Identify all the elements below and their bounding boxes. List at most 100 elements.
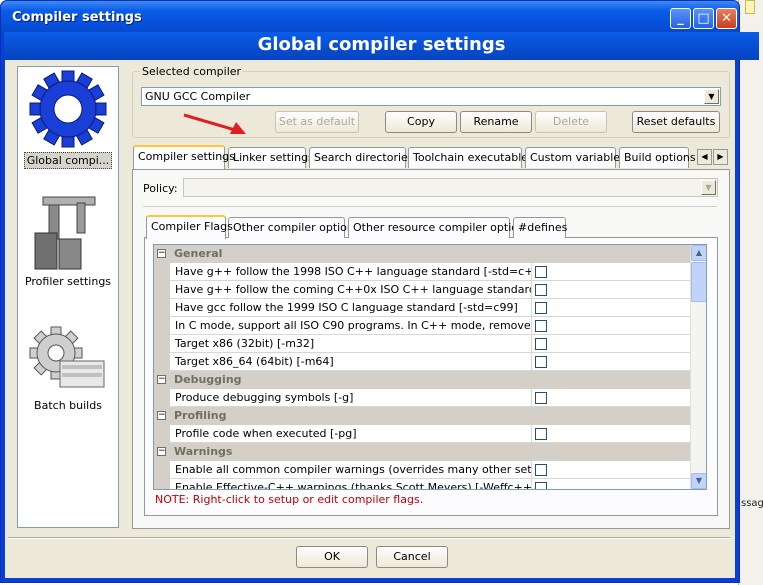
category-label: General xyxy=(174,247,223,260)
sidebar-item-global-compiler[interactable]: Global compi... xyxy=(18,69,118,169)
flag-checkbox[interactable] xyxy=(535,428,547,440)
chevron-down-icon[interactable]: ▼ xyxy=(704,89,719,104)
flag-row[interactable]: Enable Effective-C++ warnings (thanks Sc… xyxy=(154,479,690,490)
flag-checkbox[interactable] xyxy=(535,266,547,278)
collapse-icon[interactable]: − xyxy=(157,249,166,258)
tab-compiler-settings[interactable]: Compiler settings xyxy=(133,145,235,169)
row-gutter xyxy=(154,461,170,479)
scrollbar-thumb[interactable] xyxy=(691,262,706,302)
flag-row[interactable]: Have gcc follow the 1999 ISO C language … xyxy=(154,299,690,317)
flag-checkbox[interactable] xyxy=(535,338,547,350)
window-title: Compiler settings xyxy=(12,10,142,25)
cancel-button[interactable]: Cancel xyxy=(376,546,448,568)
row-gutter xyxy=(154,353,170,371)
tab-defines[interactable]: #defines xyxy=(513,217,567,238)
chevron-down-icon[interactable]: ▼ xyxy=(701,180,716,195)
tab-other-resource-compiler-options[interactable]: Other resource compiler options xyxy=(348,217,531,238)
ok-button[interactable]: OK xyxy=(296,546,368,568)
divider xyxy=(531,299,532,317)
row-gutter xyxy=(154,425,170,443)
tab-compiler-flags[interactable]: Compiler Flags xyxy=(146,215,233,239)
divider xyxy=(143,206,717,207)
batch-builds-icon xyxy=(29,326,105,388)
flag-checkbox[interactable] xyxy=(535,464,547,476)
flags-scrollbar[interactable]: ▲ ▼ xyxy=(690,245,706,489)
settings-sidebar: Global compi... Profiler settings Batch … xyxy=(17,66,119,528)
flag-checkbox[interactable] xyxy=(535,320,547,332)
flag-row[interactable]: Target x86 (32bit) [-m32] xyxy=(154,335,690,353)
divider xyxy=(531,263,532,281)
scroll-down-icon[interactable]: ▼ xyxy=(691,473,706,489)
category-row[interactable]: − Profiling xyxy=(154,407,690,425)
flag-row[interactable]: Have g++ follow the coming C++0x ISO C++… xyxy=(154,281,690,299)
background-text: ssag xyxy=(741,498,763,509)
flag-label: In C mode, support all ISO C90 programs.… xyxy=(175,319,531,332)
maximize-button[interactable]: □ xyxy=(693,8,714,29)
row-gutter xyxy=(154,263,170,281)
tab-custom-variables[interactable]: Custom variables xyxy=(525,147,626,168)
policy-select[interactable]: ▼ xyxy=(183,178,718,197)
minimize-button[interactable]: _ xyxy=(670,8,691,29)
title-bar[interactable]: Compiler settings _ □ ✕ xyxy=(1,1,739,33)
collapse-icon[interactable]: − xyxy=(157,375,166,384)
reset-defaults-button[interactable]: Reset defaults xyxy=(632,111,720,133)
flag-checkbox[interactable] xyxy=(535,284,547,296)
flag-checkbox[interactable] xyxy=(535,356,547,368)
row-gutter xyxy=(154,389,170,407)
flag-checkbox[interactable] xyxy=(535,302,547,314)
annotation-arrow-icon xyxy=(183,113,246,134)
tab-build-options[interactable]: Build options xyxy=(619,147,696,168)
compiler-select-value: GNU GCC Compiler xyxy=(145,90,251,103)
sidebar-item-label: Profiler settings xyxy=(24,275,112,288)
compiler-select[interactable]: GNU GCC Compiler ▼ xyxy=(141,87,721,106)
rename-button[interactable]: Rename xyxy=(460,111,532,133)
flag-checkbox[interactable] xyxy=(535,392,547,404)
background-window-right: ssag xyxy=(738,0,763,585)
flag-label: Target x86 (32bit) [-m32] xyxy=(175,337,315,350)
flag-row[interactable]: In C mode, support all ISO C90 programs.… xyxy=(154,317,690,335)
flag-row[interactable]: Target x86_64 (64bit) [-m64] xyxy=(154,353,690,371)
tab-search-directories[interactable]: Search directories xyxy=(309,147,414,168)
page-title: Global compiler settings xyxy=(4,32,759,60)
flag-row[interactable]: Profile code when executed [-pg] xyxy=(154,425,690,443)
tab-scroll-right-icon[interactable]: ▶ xyxy=(713,149,728,165)
flag-row[interactable]: Produce debugging symbols [-g] xyxy=(154,389,690,407)
close-button[interactable]: ✕ xyxy=(716,8,737,29)
flag-row[interactable]: Enable all common compiler warnings (ove… xyxy=(154,461,690,479)
flag-label: Have g++ follow the 1998 ISO C++ languag… xyxy=(175,265,531,278)
divider xyxy=(531,425,532,443)
delete-button[interactable]: Delete xyxy=(535,111,607,133)
scroll-up-icon[interactable]: ▲ xyxy=(691,245,706,261)
divider xyxy=(531,389,532,407)
sidebar-item-batch-builds[interactable]: Batch builds xyxy=(18,325,118,413)
set-as-default-button[interactable]: Set as default xyxy=(275,111,359,133)
flag-label: Have g++ follow the coming C++0x ISO C++… xyxy=(175,283,531,296)
flag-checkbox[interactable] xyxy=(535,482,547,489)
divider xyxy=(531,479,532,489)
category-row[interactable]: − Warnings xyxy=(154,443,690,461)
category-row[interactable]: − Debugging xyxy=(154,371,690,389)
tab-toolchain-executables[interactable]: Toolchain executables xyxy=(408,147,534,168)
flag-row[interactable]: Have g++ follow the 1998 ISO C++ languag… xyxy=(154,263,690,281)
tab-scroll-left-icon[interactable]: ◀ xyxy=(697,149,712,165)
flag-label: Have gcc follow the 1999 ISO C language … xyxy=(175,301,518,314)
row-gutter xyxy=(154,317,170,335)
policy-label: Policy: xyxy=(143,182,178,195)
category-row[interactable]: − General xyxy=(154,245,690,263)
divider xyxy=(531,281,532,299)
background-marker xyxy=(745,0,755,14)
flag-label: Enable Effective-C++ warnings (thanks Sc… xyxy=(175,481,531,490)
collapse-icon[interactable]: − xyxy=(157,411,166,420)
tab-linker-settings[interactable]: Linker settings xyxy=(228,147,314,168)
flag-label: Target x86_64 (64bit) [-m64] xyxy=(175,355,334,368)
sidebar-item-label: Global compi... xyxy=(23,152,113,169)
collapse-icon[interactable]: − xyxy=(157,447,166,456)
row-gutter xyxy=(154,281,170,299)
row-gutter xyxy=(154,479,170,489)
compiler-flags-grid: − General Have g++ follow the 1998 ISO C… xyxy=(153,244,707,490)
tab-other-compiler-options[interactable]: Other compiler options xyxy=(228,217,360,238)
sidebar-item-profiler-settings[interactable]: Profiler settings xyxy=(18,193,118,289)
copy-button[interactable]: Copy xyxy=(385,111,457,133)
gear-icon xyxy=(29,70,107,148)
divider xyxy=(531,317,532,335)
